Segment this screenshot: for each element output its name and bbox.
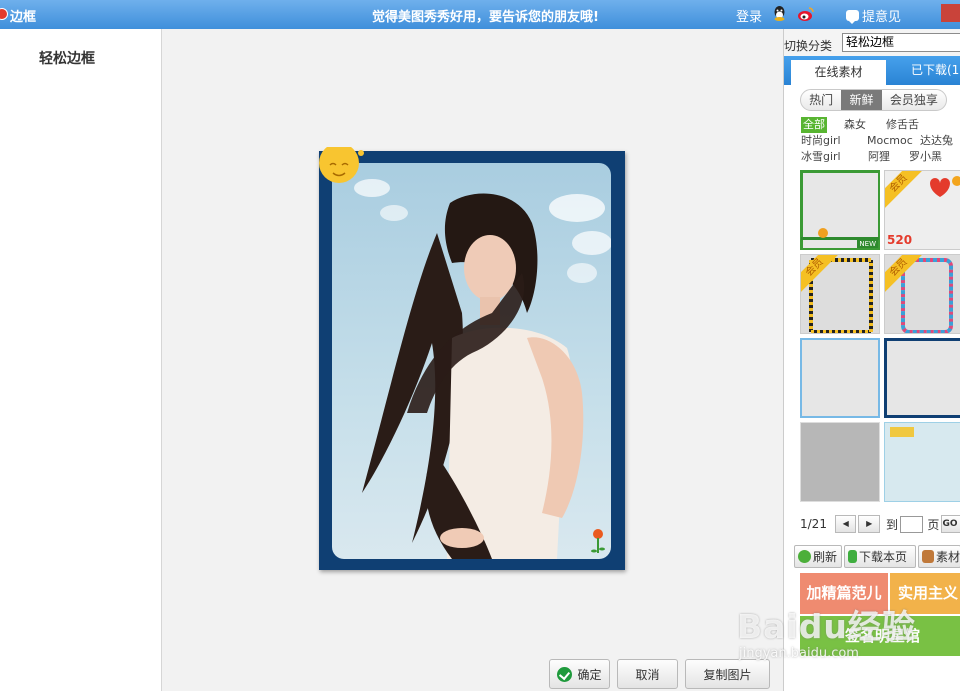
category-select[interactable]: 轻松边框 bbox=[842, 33, 960, 52]
app-icon bbox=[0, 8, 8, 20]
window-close-icon[interactable] bbox=[941, 0, 960, 29]
refresh-label: 刷新 bbox=[813, 550, 838, 564]
filter-mocmoc[interactable]: Mocmoc bbox=[867, 133, 913, 149]
prev-page-icon[interactable]: ◀ bbox=[834, 515, 857, 533]
check-icon bbox=[557, 666, 573, 682]
left-sidebar: 轻松边框 bbox=[0, 29, 162, 691]
material-box-icon bbox=[922, 550, 934, 563]
window-title: 边框 bbox=[10, 10, 37, 25]
filter-dadatu[interactable]: 达达兔 bbox=[920, 133, 953, 149]
tab-downloaded[interactable]: 已下载(1 bbox=[911, 61, 959, 78]
frame-8-tag bbox=[890, 427, 914, 437]
sidebar-title: 轻松边框 bbox=[39, 51, 95, 67]
segment-control: 热门 新鲜 会员独享 bbox=[800, 89, 947, 111]
filter-luoxiaohei[interactable]: 罗小黑 bbox=[909, 149, 942, 165]
goto-label: 到 bbox=[885, 517, 898, 532]
filter-ali[interactable]: 阿狸 bbox=[868, 149, 890, 165]
download-page-button[interactable]: 下载本页 bbox=[844, 545, 916, 568]
login-link[interactable]: 登录 bbox=[736, 6, 762, 25]
thumbnail-frame-6[interactable] bbox=[884, 338, 960, 418]
segment-hot[interactable]: 热门 bbox=[801, 90, 841, 110]
thumbnail-frame-3[interactable]: 会员 bbox=[800, 254, 880, 334]
action-buttons: 刷新 下载本页 素材 bbox=[794, 545, 960, 568]
banner-practical[interactable]: 实用主义 bbox=[890, 573, 960, 614]
material-panel: 切换分类 轻松边框 在线素材 已下载(1 热门 新鲜 会员独享 全部 森女 修舌… bbox=[783, 29, 960, 691]
thumbnail-frame-2[interactable]: 会员 520 bbox=[884, 170, 960, 250]
canvas-area: 确定 取消 复制图片 bbox=[162, 29, 783, 691]
portrait-photo bbox=[332, 163, 611, 559]
segment-new[interactable]: 新鲜 bbox=[841, 90, 882, 110]
material-button[interactable]: 素材 bbox=[918, 545, 960, 568]
go-button[interactable]: GO bbox=[941, 515, 960, 533]
thumbnail-frame-8[interactable] bbox=[884, 422, 960, 502]
page-unit-label: 页 bbox=[927, 517, 940, 532]
download-arrow-icon bbox=[848, 550, 857, 563]
filter-ice-girl[interactable]: 冰雪girl bbox=[801, 149, 841, 165]
filter-fashion-girl[interactable]: 时尚girl bbox=[801, 133, 841, 149]
category-label: 切换分类 bbox=[784, 39, 833, 53]
refresh-button[interactable]: 刷新 bbox=[794, 545, 842, 568]
copy-image-button[interactable]: 复制图片 bbox=[685, 659, 770, 689]
segment-member[interactable]: 会员独享 bbox=[882, 90, 946, 110]
thumbnail-frame-7[interactable] bbox=[800, 422, 880, 502]
thumbnail-frame-5[interactable] bbox=[800, 338, 880, 418]
new-badge: NEW bbox=[857, 240, 878, 248]
filter-all[interactable]: 全部 bbox=[801, 117, 827, 133]
weibo-icon[interactable] bbox=[797, 5, 815, 23]
page-input[interactable] bbox=[899, 515, 924, 533]
thumbnail-frame-1[interactable]: NEW bbox=[800, 170, 880, 250]
page-indicator: 1/21 bbox=[800, 517, 827, 531]
feedback-link[interactable]: 提意见 bbox=[846, 6, 901, 25]
pager: 1/21 ◀ ▶ 到 页 GO bbox=[800, 514, 960, 534]
qq-icon[interactable] bbox=[771, 5, 788, 23]
portrait-illustration bbox=[354, 179, 611, 559]
text-520: 520 bbox=[887, 233, 913, 247]
cancel-button[interactable]: 取消 bbox=[617, 659, 678, 689]
slogan-text: 觉得美图秀秀好用，要告诉您的朋友哦! bbox=[372, 10, 599, 25]
panel-body: 热门 新鲜 会员独享 全部 森女 修舌舌 时尚girl Mocmoc 达达兔 冰… bbox=[784, 85, 960, 691]
download-page-label: 下载本页 bbox=[859, 550, 908, 564]
sun-icon bbox=[319, 147, 364, 183]
material-tabs: 在线素材 已下载(1 bbox=[784, 56, 960, 85]
next-page-icon[interactable]: ▶ bbox=[858, 515, 880, 533]
flower-icon bbox=[591, 529, 605, 553]
thumbnail-frame-4[interactable]: 会员 bbox=[884, 254, 960, 334]
refresh-icon bbox=[798, 550, 811, 563]
filter-xiusheshe[interactable]: 修舌舌 bbox=[886, 117, 919, 133]
confirm-button[interactable]: 确定 bbox=[549, 659, 610, 689]
title-bar: 边框 觉得美图秀秀好用，要告诉您的朋友哦! 登录 提意见 bbox=[0, 0, 960, 29]
feedback-label: 提意见 bbox=[862, 10, 902, 25]
filter-sennv[interactable]: 森女 bbox=[844, 117, 866, 133]
material-label: 素材 bbox=[935, 550, 960, 564]
banner-style[interactable]: 加精篇范儿 bbox=[800, 573, 888, 614]
confirm-label: 确定 bbox=[577, 667, 602, 682]
speech-bubble-icon bbox=[846, 10, 859, 24]
frame-1-art bbox=[801, 171, 879, 249]
tab-online-materials[interactable]: 在线素材 bbox=[791, 60, 886, 85]
framed-photo bbox=[319, 147, 625, 570]
banner-signature-stars[interactable]: 签名明星馆 bbox=[800, 616, 960, 656]
